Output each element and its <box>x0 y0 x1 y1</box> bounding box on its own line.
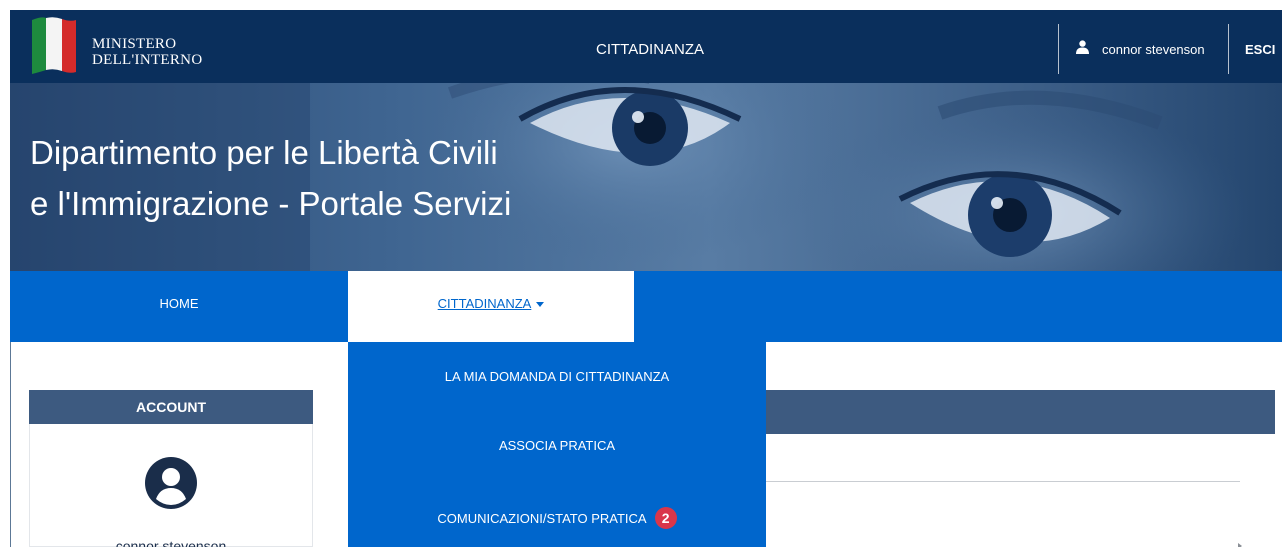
nav-cittadinanza-label: CITTADINANZA <box>437 296 532 311</box>
menu-item-communications[interactable]: COMUNICAZIONI/STATO PRATICA 2 <box>348 507 766 529</box>
chevron-right-icon[interactable] <box>1238 543 1242 547</box>
hero-banner: Dipartimento per le Libertà Civili e l'I… <box>10 83 1282 271</box>
menu-item-communications-label: COMUNICAZIONI/STATO PRATICA <box>437 510 647 526</box>
ministry-logo-text[interactable]: MINISTERO DELL'INTERNO <box>92 36 202 68</box>
portal-title-line-1: Dipartimento per le Libertà Civili <box>30 134 498 171</box>
nav-cittadinanza-dropdown[interactable]: CITTADINANZA <box>348 271 634 342</box>
nav-home[interactable]: HOME <box>10 271 348 342</box>
menu-item-associate-practice[interactable]: ASSOCIA PRATICA <box>348 438 766 453</box>
header-divider <box>1058 24 1059 74</box>
logo-line-2: DELL'INTERNO <box>92 52 203 68</box>
header-divider <box>1228 24 1229 74</box>
logout-button[interactable]: ESCI <box>1245 42 1275 57</box>
portal-title-line-2: e l'Immigrazione - Portale Servizi <box>30 185 512 222</box>
portal-title: Dipartimento per le Libertà Civili e l'I… <box>30 127 511 229</box>
logo-line-1: MINISTERO <box>92 36 177 52</box>
account-user-name: connor stevenson <box>115 538 227 547</box>
caret-down-icon <box>536 302 545 307</box>
service-title: CITTADINANZA <box>596 41 705 58</box>
italian-flag-icon[interactable] <box>28 16 78 74</box>
account-card-header: ACCOUNT <box>29 390 313 424</box>
menu-item-my-application[interactable]: LA MIA DOMANDA DI CITTADINANZA <box>348 369 766 384</box>
cittadinanza-dropdown-menu: LA MIA DOMANDA DI CITTADINANZA ASSOCIA P… <box>348 342 766 547</box>
user-name[interactable]: connor stevenson <box>1102 42 1205 57</box>
content-divider <box>760 481 1240 482</box>
user-circle-icon <box>145 457 197 509</box>
notification-badge: 2 <box>654 507 677 529</box>
top-header: MINISTERO DELL'INTERNO CITTADINANZA conn… <box>10 10 1282 83</box>
user-icon <box>1076 40 1089 54</box>
main-navbar: HOME CITTADINANZA <box>10 271 1282 342</box>
page-border <box>10 342 11 547</box>
